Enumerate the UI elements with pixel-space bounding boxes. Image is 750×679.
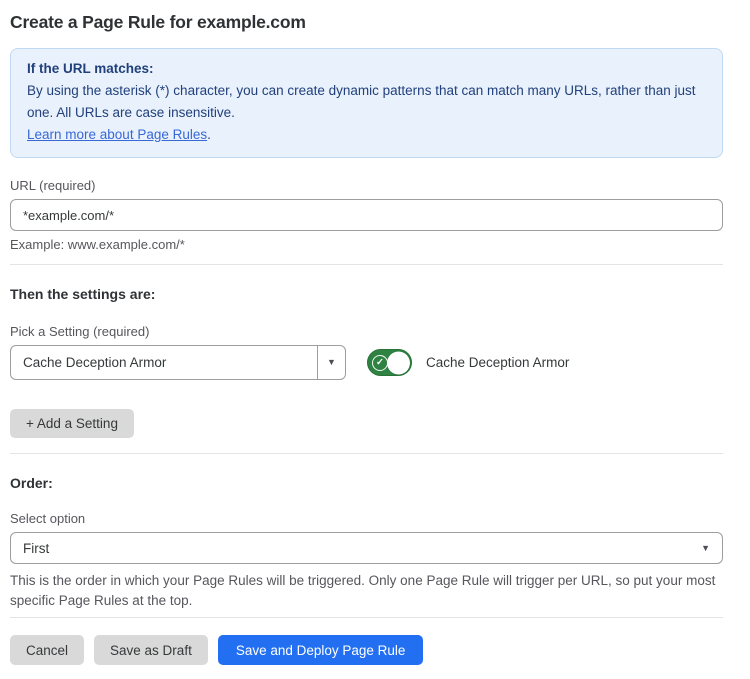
- toggle-label: Cache Deception Armor: [426, 355, 569, 370]
- divider: [10, 264, 723, 265]
- order-select[interactable]: First ▼: [10, 532, 723, 564]
- cancel-button[interactable]: Cancel: [10, 635, 84, 665]
- info-box-body: By using the asterisk (*) character, you…: [27, 80, 706, 124]
- check-icon: ✓: [372, 355, 388, 371]
- order-section-heading: Order:: [10, 475, 723, 491]
- setting-select[interactable]: Cache Deception Armor ▼: [10, 345, 346, 380]
- url-match-info-box: If the URL matches: By using the asteris…: [10, 48, 723, 158]
- create-page-rule-form: Create a Page Rule for example.com If th…: [0, 0, 750, 665]
- setting-toggle-on[interactable]: ✓: [367, 349, 412, 376]
- setting-row: Cache Deception Armor ▼ ✓ Cache Deceptio…: [10, 345, 723, 380]
- pick-setting-label: Pick a Setting (required): [10, 324, 723, 339]
- save-and-deploy-button[interactable]: Save and Deploy Page Rule: [218, 635, 424, 665]
- setting-select-arrow-button[interactable]: ▼: [317, 346, 345, 379]
- footer-button-row: Cancel Save as Draft Save and Deploy Pag…: [10, 635, 723, 665]
- add-setting-button[interactable]: + Add a Setting: [10, 409, 134, 438]
- toggle-knob: [387, 351, 410, 374]
- setting-select-value: Cache Deception Armor: [11, 355, 317, 370]
- url-input[interactable]: [10, 199, 723, 231]
- order-select-value: First: [11, 541, 701, 556]
- link-suffix: .: [207, 127, 211, 142]
- divider: [10, 453, 723, 454]
- divider: [10, 617, 723, 618]
- info-link-line: Learn more about Page Rules.: [27, 124, 706, 146]
- caret-down-icon: ▼: [701, 544, 710, 553]
- page-title: Create a Page Rule for example.com: [10, 12, 723, 33]
- learn-more-link[interactable]: Learn more about Page Rules: [27, 127, 207, 142]
- select-option-label: Select option: [10, 511, 723, 526]
- save-as-draft-button[interactable]: Save as Draft: [94, 635, 208, 665]
- settings-section-heading: Then the settings are:: [10, 286, 723, 302]
- caret-down-icon: ▼: [327, 358, 336, 367]
- url-example-helper: Example: www.example.com/*: [10, 237, 723, 252]
- order-helper-text: This is the order in which your Page Rul…: [10, 571, 723, 611]
- url-label: URL (required): [10, 178, 723, 193]
- info-box-heading: If the URL matches:: [27, 58, 706, 80]
